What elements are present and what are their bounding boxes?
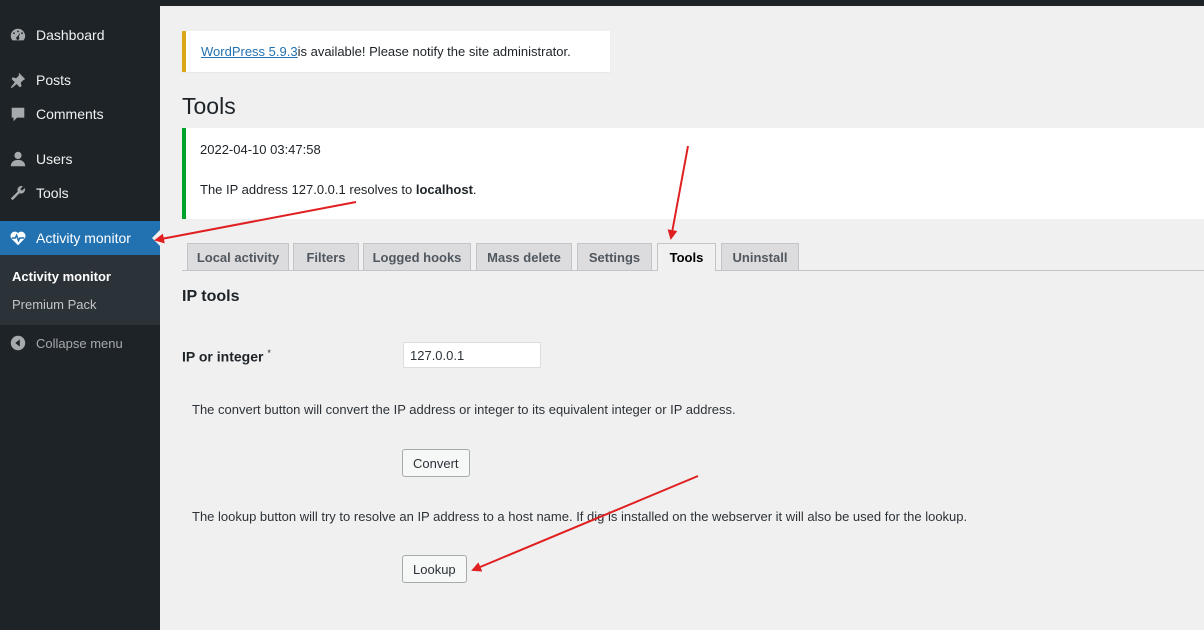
- wrench-icon: [0, 176, 36, 210]
- sidebar-item-users[interactable]: Users: [0, 142, 160, 176]
- pin-icon: [0, 63, 36, 97]
- collapse-menu-button[interactable]: Collapse menu: [0, 326, 160, 360]
- update-notice-text: is available! Please notify the site adm…: [297, 44, 571, 59]
- tab-settings[interactable]: Settings: [577, 243, 652, 270]
- collapse-menu-label: Collapse menu: [36, 335, 123, 351]
- update-notice: WordPress 5.9.3 is available! Please not…: [182, 31, 610, 72]
- annotation-arrows: [154, 145, 699, 572]
- result-timestamp: 2022-04-10 03:47:58: [200, 142, 321, 157]
- tab-local-activity[interactable]: Local activity: [187, 243, 289, 270]
- lookup-description: The lookup button will try to resolve an…: [192, 509, 968, 524]
- section-title: IP tools: [182, 288, 240, 305]
- convert-description: The convert button will convert the IP a…: [192, 402, 736, 417]
- page-title: Tools: [182, 93, 236, 119]
- tab-logged-hooks[interactable]: Logged hooks: [363, 243, 471, 270]
- sidebar-item-label: Activity monitor: [36, 230, 131, 246]
- sidebar-item-label: Dashboard: [36, 27, 105, 43]
- sidebar-item-activity-monitor[interactable]: Activity monitor: [0, 221, 160, 255]
- lookup-button[interactable]: Lookup: [402, 555, 467, 583]
- required-mark: *: [267, 348, 271, 358]
- sidebar-item-dashboard[interactable]: Dashboard: [0, 18, 160, 52]
- resolved-host: localhost: [415, 182, 473, 197]
- admin-sidebar: Dashboard Posts Comments Users Tools Act…: [0, 0, 160, 630]
- collapse-arrow-icon: [0, 326, 36, 360]
- sidebar-item-posts[interactable]: Posts: [0, 63, 160, 97]
- submenu-item-premium-pack[interactable]: Premium Pack: [12, 297, 97, 312]
- tab-tools[interactable]: Tools: [657, 243, 716, 271]
- comment-icon: [0, 97, 36, 131]
- ip-or-integer-input[interactable]: [403, 342, 541, 368]
- tab-uninstall[interactable]: Uninstall: [721, 243, 799, 270]
- ip-field-label: IP or integer *: [182, 348, 271, 365]
- sidebar-item-label: Comments: [36, 106, 104, 122]
- tab-mass-delete[interactable]: Mass delete: [476, 243, 572, 270]
- sidebar-item-comments[interactable]: Comments: [0, 97, 160, 131]
- activity-monitor-submenu: Activity monitor Premium Pack: [0, 255, 160, 325]
- dashboard-icon: [0, 18, 36, 52]
- admin-top-bar: [0, 0, 1204, 6]
- sidebar-item-label: Tools: [36, 185, 69, 201]
- tab-filters[interactable]: Filters: [293, 243, 359, 270]
- sidebar-item-tools[interactable]: Tools: [0, 176, 160, 210]
- convert-button[interactable]: Convert: [402, 449, 470, 477]
- sidebar-item-label: Posts: [36, 72, 72, 88]
- heartbeat-icon: [0, 221, 36, 255]
- submenu-item-activity-monitor[interactable]: Activity monitor: [12, 269, 111, 284]
- sidebar-item-label: Users: [36, 151, 73, 167]
- wordpress-update-link[interactable]: WordPress 5.9.3: [201, 44, 298, 59]
- lookup-result-notice: 2022-04-10 03:47:58 The IP address 127.0…: [182, 128, 1204, 219]
- result-message: The IP address 127.0.0.1 resolves to loc…: [200, 182, 477, 197]
- user-icon: [0, 142, 36, 176]
